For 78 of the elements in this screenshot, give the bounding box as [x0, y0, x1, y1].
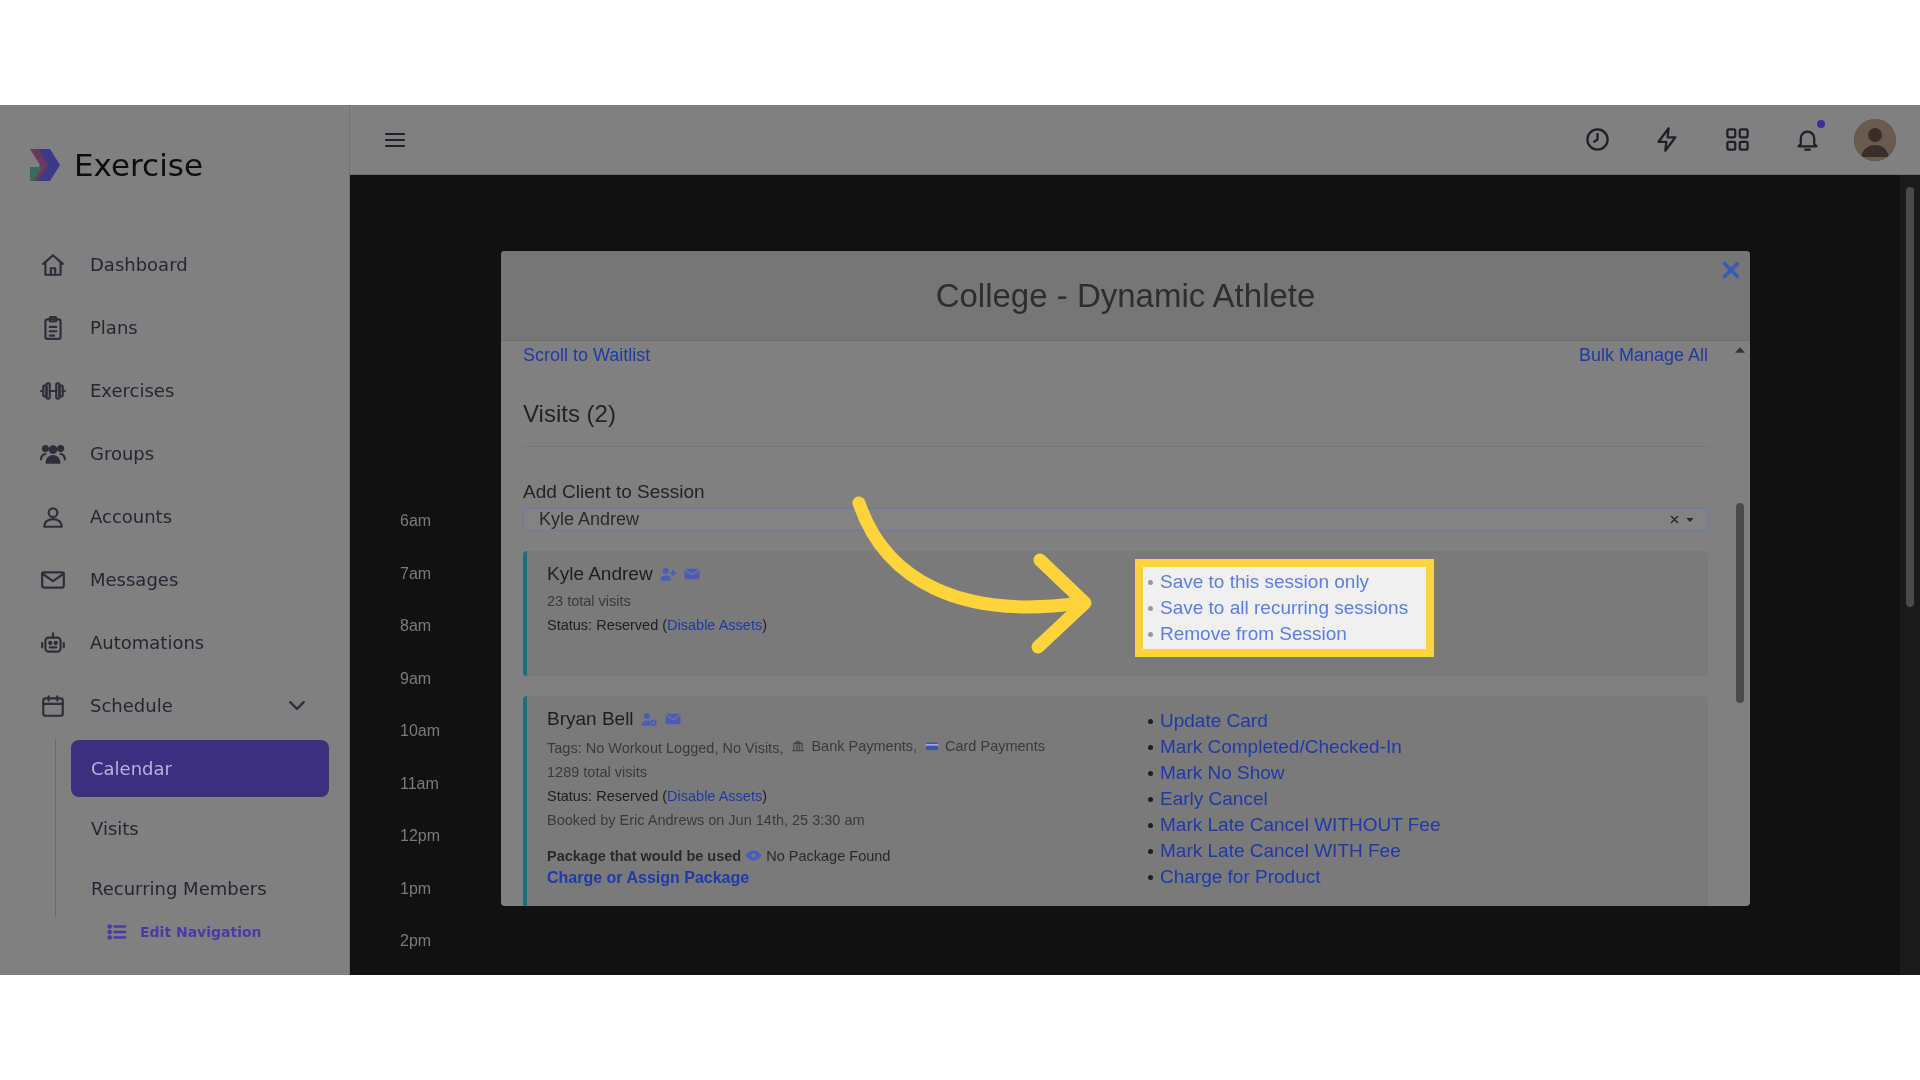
disable-assets-link[interactable]: Disable Assets — [667, 788, 763, 804]
user-gear-icon[interactable] — [639, 710, 658, 728]
status-text: Status: Reserved (Disable Assets) — [547, 617, 768, 633]
nav-item[interactable]: Schedule — [0, 674, 349, 737]
action-link[interactable]: Update Card — [1160, 708, 1268, 734]
field-label: Add Client to Session — [523, 481, 706, 503]
client-name[interactable]: Bryan Bell — [547, 708, 634, 730]
status-text: Status: Reserved (Disable Assets) — [547, 788, 768, 804]
bank-icon — [791, 739, 806, 753]
calendar-icon — [40, 692, 66, 719]
nav-subitem[interactable]: Recurring Members — [71, 860, 329, 917]
nav-item[interactable]: Plans — [0, 296, 349, 359]
bullet-icon — [1148, 579, 1153, 585]
client-name[interactable]: Kyle Andrew — [547, 563, 653, 585]
bullet-icon — [1148, 744, 1153, 750]
scroll-to-waitlist-link[interactable]: Scroll to Waitlist — [523, 345, 651, 366]
time-label: 12pm — [400, 827, 441, 846]
time-label: 8am — [400, 617, 432, 636]
bullet-icon — [1148, 822, 1153, 828]
detail-text: Booked by Eric Andrews on Jun 14th, 25 3:30 am — [547, 812, 865, 828]
home-icon — [40, 251, 66, 278]
nav-item[interactable]: Dashboard — [0, 233, 349, 296]
time-label: 11am — [400, 774, 439, 794]
bullet-icon — [1148, 770, 1153, 776]
list-icon — [106, 921, 128, 943]
bullet-icon — [1148, 796, 1153, 802]
bulk-manage-link[interactable]: Bulk Manage All — [1578, 345, 1708, 366]
detail-text: 23 total visits — [547, 593, 631, 609]
user-plus-icon[interactable] — [658, 565, 677, 583]
time-label: 9am — [400, 669, 432, 689]
bullet-icon — [1148, 718, 1153, 724]
action-link[interactable]: Remove from Session — [1160, 621, 1347, 647]
tags-text: Tags: No Workout Logged, No Visits, — [547, 740, 784, 756]
payment-tag: Bank Payments, — [811, 734, 917, 758]
bullet-icon — [1148, 631, 1153, 637]
time-label: 2pm — [400, 932, 432, 951]
action-link[interactable]: Save to all recurring sessions — [1160, 595, 1409, 621]
time-label: 7am — [400, 564, 432, 584]
modal-title: College - Dynamic Athlete — [935, 276, 1316, 315]
action-link[interactable]: Mark Late Cancel WITH Fee — [1160, 838, 1401, 864]
payment-tag: Card Payments — [945, 734, 1045, 758]
action-link[interactable]: Save to this session only — [1160, 569, 1370, 595]
grid-icon[interactable] — [1723, 126, 1751, 153]
nav-item[interactable]: Exercises — [0, 359, 349, 422]
bullet-icon — [1148, 848, 1153, 854]
nav-item[interactable]: Groups — [0, 422, 349, 485]
nav-subitem[interactable]: Visits — [71, 800, 329, 857]
nav-subitem[interactable]: Calendar — [71, 740, 329, 797]
scrollbar[interactable] — [1736, 503, 1744, 703]
charge-package-link[interactable]: Charge or Assign Package — [547, 868, 1135, 888]
clear-icon — [1670, 515, 1679, 524]
disable-assets-link[interactable]: Disable Assets — [667, 617, 763, 633]
package-value: No Package Found — [766, 848, 891, 864]
detail-text: 1289 total visits — [547, 764, 647, 780]
scroll-up-icon — [1735, 347, 1745, 353]
avatar[interactable] — [1854, 118, 1896, 161]
time-label: 10am — [400, 722, 441, 741]
edit-navigation-link[interactable]: Edit Navigation — [106, 920, 349, 944]
nav-item[interactable]: Accounts — [0, 485, 349, 548]
time-label: 6am — [400, 512, 432, 531]
robot-icon — [40, 629, 66, 656]
close-icon[interactable] — [1720, 259, 1742, 281]
visits-heading: Visits (2) — [523, 400, 1708, 447]
action-link[interactable]: Early Cancel — [1160, 786, 1268, 812]
action-link[interactable]: Mark Completed/Checked-In — [1160, 734, 1402, 760]
scrollbar[interactable] — [1906, 187, 1914, 607]
bullet-icon — [1148, 605, 1153, 611]
package-label: Package that would be used — [547, 848, 742, 864]
action-link[interactable]: Charge for Product — [1160, 864, 1321, 890]
clock-icon[interactable] — [1583, 126, 1611, 153]
action-link[interactable]: Mark No Show — [1160, 760, 1285, 786]
action-link[interactable]: Mark Late Cancel WITHOUT Fee — [1160, 812, 1441, 838]
time-label: 1pm — [400, 879, 432, 899]
brand-name: Exercise — [74, 147, 203, 183]
bullet-icon — [1148, 874, 1153, 880]
nav-item[interactable]: Messages — [0, 548, 349, 611]
client-select[interactable]: Kyle Andrew — [523, 508, 1708, 531]
nav-item[interactable]: Automations — [0, 611, 349, 674]
